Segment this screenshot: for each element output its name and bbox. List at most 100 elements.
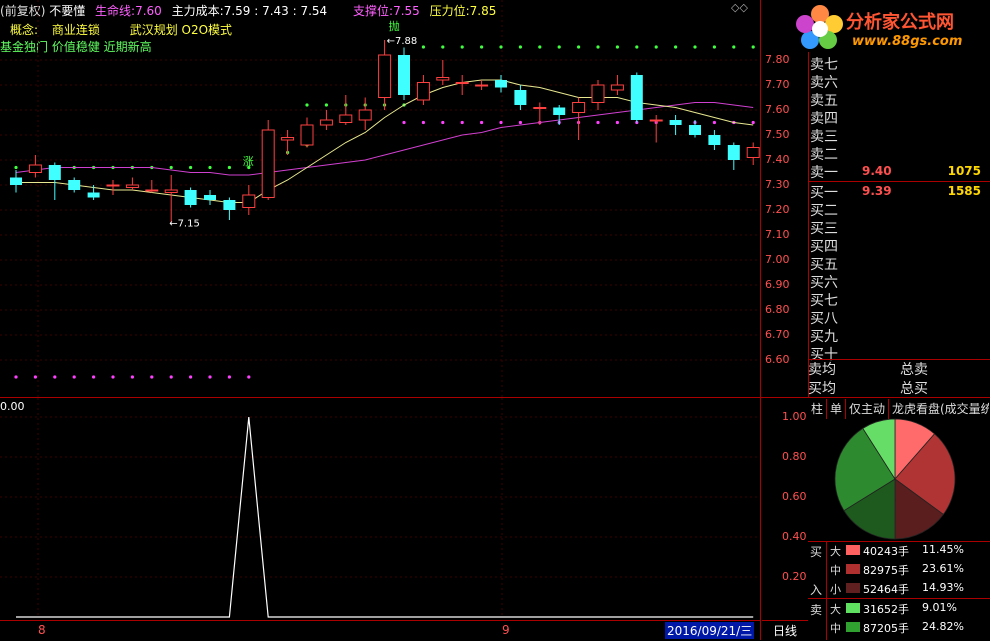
life-dot xyxy=(324,103,328,107)
pressure-dot xyxy=(615,45,620,49)
candle-body xyxy=(649,119,663,122)
sell-order-row[interactable]: 卖六 xyxy=(810,72,985,91)
buy-order-row[interactable]: 买八 xyxy=(810,308,985,327)
flow-percent: 14.93% xyxy=(922,581,964,594)
pressure-dot xyxy=(499,45,503,49)
candlestick-chart[interactable]: ←7.88 ←7.15 抛涨 xyxy=(0,0,760,400)
pressure-dot xyxy=(712,45,717,49)
tab-dragon-tiger[interactable]: 龙虎看盘(成交量统 xyxy=(889,399,989,419)
candle-body xyxy=(106,184,120,187)
support-dot xyxy=(53,375,57,379)
total-buy-label: 总买 xyxy=(900,381,928,397)
order-level-label: 买六 xyxy=(810,275,838,291)
order-level-label: 买九 xyxy=(810,329,838,345)
candle-body xyxy=(436,77,450,81)
high-label: ←7.88 xyxy=(387,36,418,47)
flow-amount: 87205手 xyxy=(863,622,909,635)
price-tick: 6.90 xyxy=(765,278,790,291)
price-tick: 6.70 xyxy=(765,328,790,341)
support-dot xyxy=(227,375,231,379)
buy-order-row[interactable]: 买四 xyxy=(810,236,985,255)
flow-amount: 31652手 xyxy=(863,603,909,616)
support-dot xyxy=(518,120,523,125)
sell-order-row[interactable]: 卖七 xyxy=(810,54,985,73)
support-dot xyxy=(596,120,600,125)
order-level-label: 买二 xyxy=(810,203,838,219)
buy-order-row[interactable]: 买五 xyxy=(810,254,985,273)
flow-percent: 9.01% xyxy=(922,601,957,614)
indicator-tick: 0.60 xyxy=(782,490,807,503)
price-tick: 7.00 xyxy=(765,253,790,266)
buy-order-row[interactable]: 买一 9.39 1585 xyxy=(810,182,985,201)
pressure-dot xyxy=(538,45,542,49)
pressure-dot xyxy=(480,45,484,49)
buy-order-row[interactable]: 买三 xyxy=(810,218,985,237)
tab-bar[interactable]: 柱 xyxy=(808,399,827,419)
order-level-label: 买三 xyxy=(810,221,838,237)
indicator-value: 0.00 xyxy=(0,400,25,413)
buy-order-row[interactable]: 买七 xyxy=(810,290,985,309)
support-dot xyxy=(247,375,251,379)
support-dot xyxy=(92,375,96,379)
flow-buy-label: 买 xyxy=(810,545,823,559)
flow-in-label: 入 xyxy=(810,583,823,597)
logo-text: 分析家公式网 xyxy=(846,12,954,33)
sell-order-row[interactable]: 卖三 xyxy=(810,126,985,145)
candle-body xyxy=(455,82,469,84)
total-sell-label: 总卖 xyxy=(900,362,928,378)
candle-body xyxy=(164,189,178,193)
flow-amount: 82975手 xyxy=(863,564,909,577)
indicator-tick: 0.20 xyxy=(782,570,807,583)
candle-body xyxy=(300,124,314,146)
period-button[interactable]: 日线 xyxy=(762,620,808,641)
flow-swatch xyxy=(846,564,860,574)
flow-size: 中 xyxy=(830,622,841,635)
flow-row: 中 87205手 24.82% xyxy=(830,620,988,636)
pressure-dot xyxy=(751,45,755,49)
current-date: 2016/09/21/三 xyxy=(665,622,755,639)
support-dot xyxy=(499,120,503,125)
pane-divider xyxy=(0,397,990,398)
sell-order-row[interactable]: 卖一 9.40 1075 xyxy=(810,162,985,181)
support-dot xyxy=(72,375,76,379)
price-tick: 7.10 xyxy=(765,228,790,241)
flow-row: 小 52464手 14.93% xyxy=(830,581,988,597)
indicator-chart[interactable] xyxy=(0,398,760,618)
price-tick: 7.30 xyxy=(765,178,790,191)
candle-body xyxy=(242,194,256,208)
candle-body xyxy=(261,129,275,198)
buy-order-row[interactable]: 买九 xyxy=(810,326,985,345)
sell-marker: 抛 xyxy=(389,19,400,33)
support-dot xyxy=(402,120,406,125)
order-level-label: 卖三 xyxy=(810,129,838,145)
buy-order-row[interactable]: 买二 xyxy=(810,200,985,219)
candle-body xyxy=(358,109,372,121)
support-dot xyxy=(14,375,18,379)
order-level-label: 卖六 xyxy=(810,75,838,91)
month-label: 8 xyxy=(38,623,46,637)
logo: 分析家公式网 www.88gs.com xyxy=(790,2,990,52)
candle-body xyxy=(87,192,100,198)
flow-sell-label: 卖 xyxy=(810,603,823,617)
sell-order-row[interactable]: 卖二 xyxy=(810,144,985,163)
pressure-dot xyxy=(421,45,425,49)
buy-order-row[interactable]: 买六 xyxy=(810,272,985,291)
price-tick: 6.80 xyxy=(765,303,790,316)
pressure-dot xyxy=(693,45,697,49)
tab-active-only[interactable]: 仅主动 xyxy=(846,399,889,419)
order-level-label: 卖五 xyxy=(810,93,838,109)
sell-order-row[interactable]: 卖四 xyxy=(810,108,985,127)
flow-size: 中 xyxy=(830,564,841,577)
order-volume: 1585 xyxy=(947,184,981,198)
flow-percent: 24.82% xyxy=(922,620,964,633)
order-level-label: 卖一 xyxy=(810,165,838,181)
tab-single[interactable]: 单 xyxy=(827,399,846,419)
sell-order-row[interactable]: 卖五 xyxy=(810,90,985,109)
support-dot xyxy=(150,375,154,379)
pressure-dot xyxy=(518,45,523,49)
candle-body xyxy=(204,195,216,200)
candle-body xyxy=(125,184,139,188)
pressure-dot xyxy=(596,45,600,49)
support-dot xyxy=(460,120,464,125)
price-tick: 7.70 xyxy=(765,78,790,91)
